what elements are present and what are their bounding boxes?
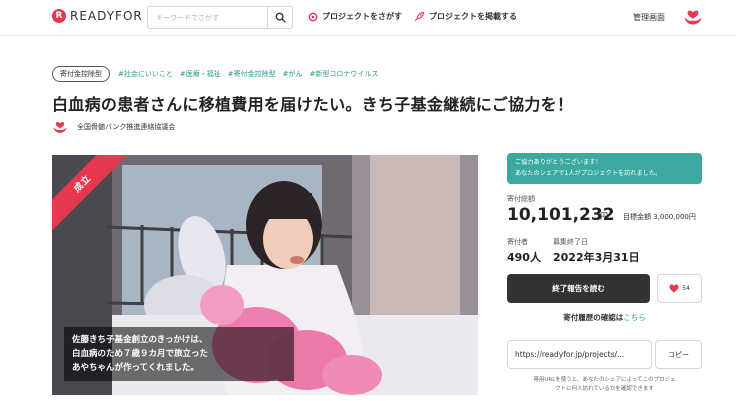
- logo-text: READYFOR: [70, 9, 143, 23]
- nav-post-project[interactable]: プロジェクトを掲載する: [414, 11, 517, 22]
- share-url-note: 専用URLを使うと、あなたのシェアによってこのプロジェ クトに何人訪れているかを…: [507, 376, 702, 394]
- nav-post-label: プロジェクトを掲載する: [429, 12, 517, 21]
- organizer-logo-icon: [53, 122, 67, 133]
- total-unit: 円: [600, 212, 608, 221]
- search-box: [147, 6, 293, 29]
- logo-mark-icon: R: [52, 9, 66, 23]
- notice-line: あなたのシェアで1人がプロジェクトを訪れました。: [515, 170, 662, 177]
- search-input[interactable]: [148, 7, 268, 28]
- read-final-report-button[interactable]: 終了報告を読む: [507, 274, 650, 303]
- nav-find-label: プロジェクトをさがす: [322, 12, 402, 21]
- target-icon: [308, 12, 318, 21]
- user-menu[interactable]: [683, 8, 703, 30]
- readyfor-logo[interactable]: R READYFOR: [52, 9, 143, 23]
- end-date: 2022年3月31日: [553, 251, 640, 264]
- tag-link[interactable]: #新型コロナウイルス: [310, 69, 379, 79]
- tag-link[interactable]: #社会にいいこと: [118, 69, 173, 79]
- copy-button[interactable]: コピー: [655, 340, 702, 369]
- tag-link[interactable]: #がん: [283, 69, 303, 79]
- caption-line: 白血病のため７歳９カ月で旅立った: [72, 349, 209, 359]
- category-badge[interactable]: 寄付金控除型: [52, 66, 110, 82]
- organizer-name: 全国骨髄バンク推進連絡協議会: [77, 123, 176, 131]
- history-text: 寄付履歴の確認は: [563, 313, 624, 322]
- total-amount: 10,101,232: [507, 205, 615, 225]
- like-count: 54: [682, 285, 690, 292]
- share-notice: ご協力ありがとうございます！ あなたのシェアで1人がプロジェクトを訪れました。: [507, 153, 702, 184]
- admin-link[interactable]: 管理画面: [633, 12, 665, 23]
- tag-row: 寄付金控除型 #社会にいいこと #医療・福祉 #寄付金控除型 #がん #新型コロ…: [52, 66, 385, 82]
- project-title: 白血病の患者さんに移植費用を届けたい。きち子基金継続にご協力を！: [52, 95, 574, 114]
- share-url-field[interactable]: https://readyfor.jp/projects/...: [507, 340, 652, 369]
- rocket-icon: [414, 11, 425, 22]
- tag-link[interactable]: #医療・福祉: [180, 69, 221, 79]
- history-link[interactable]: こちら: [623, 313, 646, 322]
- note-line: クトに何人訪れているかを確認できます: [555, 386, 654, 392]
- like-button[interactable]: 54: [657, 274, 702, 303]
- tag-link[interactable]: #寄付金控除型: [228, 69, 276, 79]
- note-line: 専用URLを使うと、あなたのシェアによってこのプロジェ: [533, 377, 676, 383]
- caption-line: 佐藤きち子基金創立のきっかけは、: [72, 335, 208, 345]
- donors-count: 490人: [507, 251, 541, 264]
- heart-icon: [669, 284, 679, 293]
- nav-find-projects[interactable]: プロジェクトをさがす: [308, 11, 402, 22]
- project-main-image: 成立 佐藤きち子基金創立のきっかけは、 白血病のため７歳９カ月で旅立った あやち…: [52, 155, 478, 395]
- donors-label: 寄付者: [507, 238, 528, 246]
- total-label: 寄付総額: [507, 195, 535, 203]
- success-ribbon-label: 成立: [52, 155, 132, 234]
- donation-history: 寄付履歴の確認はこちら: [507, 312, 702, 323]
- hands-heart-icon: [684, 10, 702, 25]
- caption-line: あやちゃんが作ってくれました。: [72, 363, 199, 373]
- notice-line: ご協力ありがとうございます！: [515, 159, 602, 166]
- search-icon: [275, 12, 286, 23]
- organizer[interactable]: 全国骨髄バンク推進連絡協議会: [52, 120, 175, 134]
- site-header: R READYFOR プロジェクトをさがす プロジェクトを掲載する 管理画面: [0, 0, 736, 36]
- search-button[interactable]: [267, 7, 292, 28]
- goal-amount: 目標金額 3,000,000円: [623, 213, 696, 221]
- end-date-label: 募集終了日: [553, 238, 588, 246]
- image-caption: 佐藤きち子基金創立のきっかけは、 白血病のため７歳９カ月で旅立った あやちゃんが…: [64, 327, 294, 381]
- success-ribbon: 成立: [52, 155, 132, 235]
